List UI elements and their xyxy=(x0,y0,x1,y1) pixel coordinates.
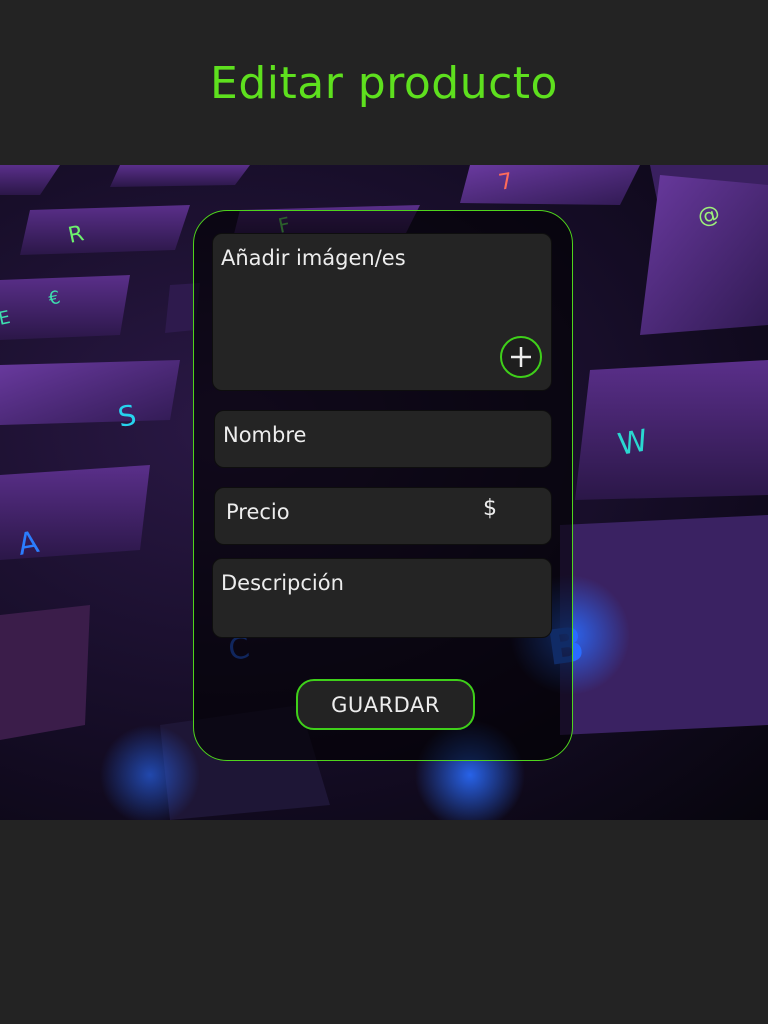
currency-symbol: $ xyxy=(483,496,497,521)
add-images-field[interactable]: Añadir imágen/es xyxy=(212,233,552,391)
page: Editar producto R 7 @ € E S W A Añadir i… xyxy=(0,0,768,1024)
add-images-label: Añadir imágen/es xyxy=(221,246,406,270)
header: Editar producto xyxy=(0,0,768,165)
name-field[interactable]: Nombre xyxy=(214,410,552,468)
description-label: Descripción xyxy=(221,571,344,595)
page-title: Editar producto xyxy=(210,58,558,109)
footer-area xyxy=(0,820,768,1024)
svg-text:W: W xyxy=(615,423,650,463)
save-button[interactable]: GUARDAR xyxy=(296,679,475,730)
plus-icon xyxy=(511,347,531,367)
name-label: Nombre xyxy=(223,423,307,447)
add-image-button[interactable] xyxy=(500,336,542,378)
price-field[interactable]: Precio $ xyxy=(214,487,552,545)
description-field[interactable]: Descripción xyxy=(212,558,552,638)
price-label: Precio xyxy=(226,500,290,524)
